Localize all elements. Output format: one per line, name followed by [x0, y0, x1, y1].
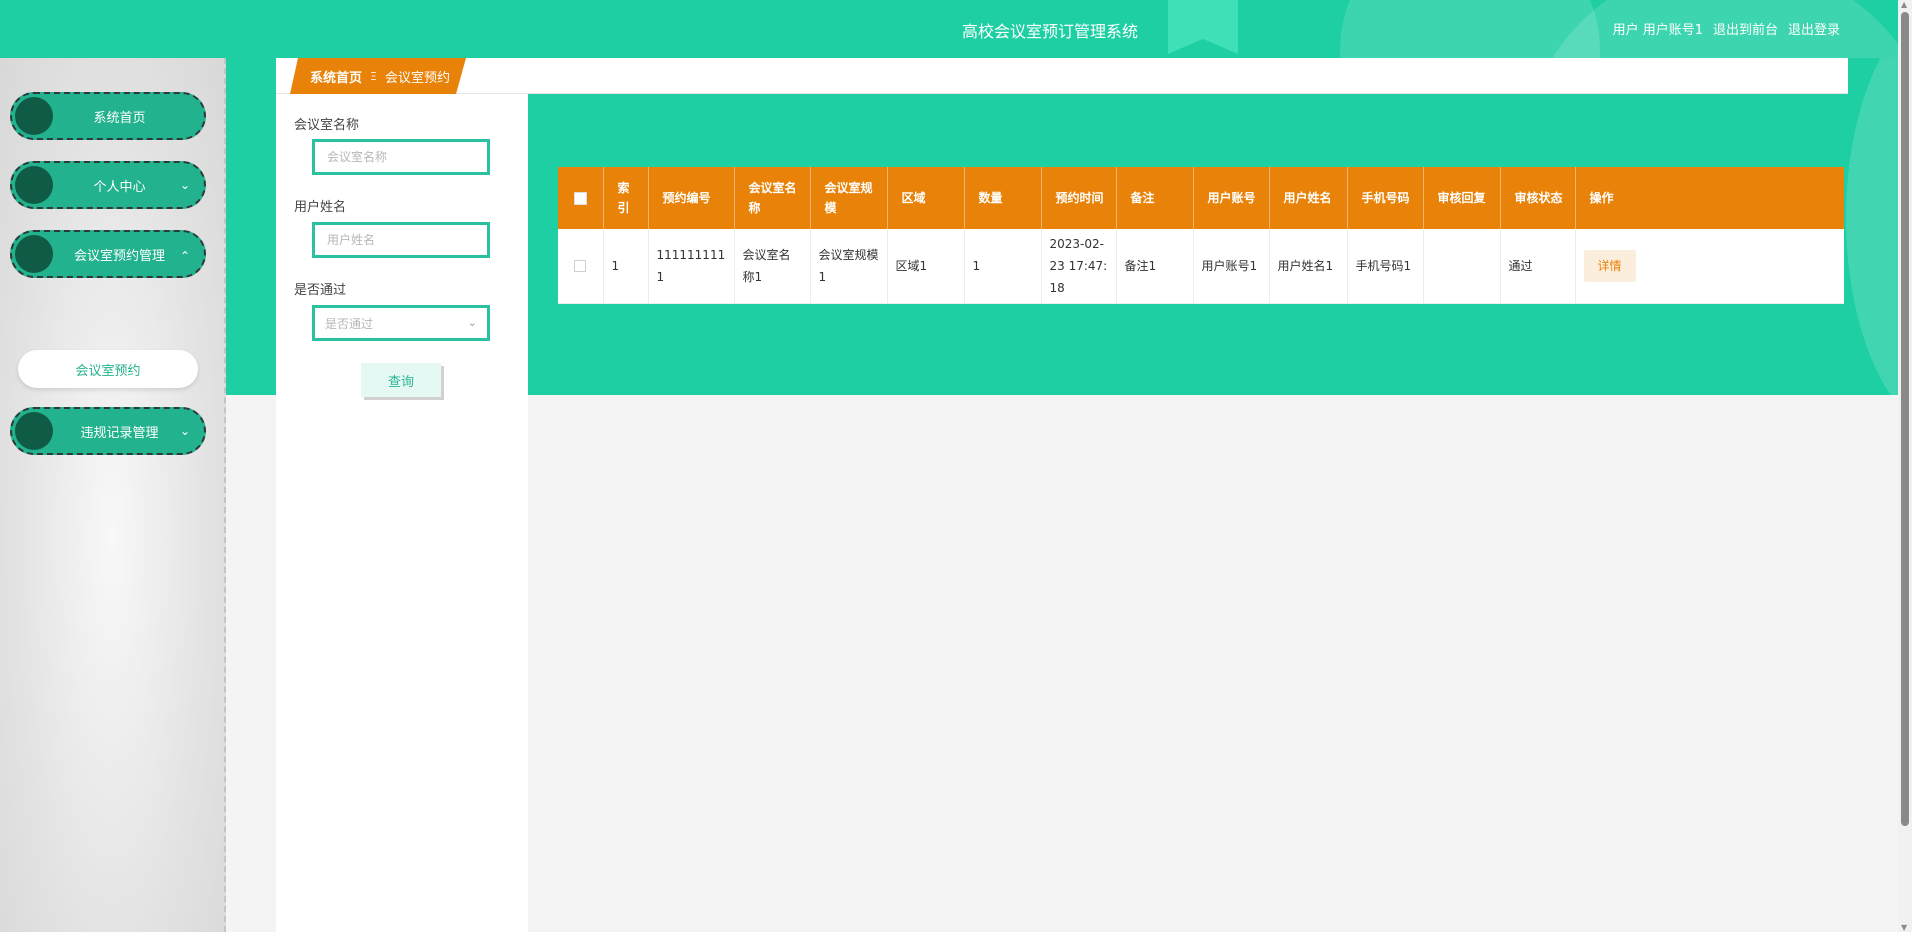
sidebar-item-label: 违规记录管理: [80, 425, 159, 441]
column-header: 预约时间: [1041, 167, 1117, 229]
page-scrollbar[interactable]: ▲ ▼: [1898, 0, 1912, 932]
column-header: 手机号码: [1347, 167, 1424, 229]
sidebar-item-booking-management[interactable]: 会议室预约管理 ⌃: [10, 230, 206, 278]
back-to-front-link[interactable]: 退出到前台: [1713, 19, 1778, 38]
chevron-down-icon: ⌄: [179, 178, 190, 192]
menu-dot-icon: [15, 235, 53, 273]
sidebar-item-label: 系统首页: [93, 110, 146, 126]
detail-button[interactable]: 详情: [1583, 249, 1636, 282]
cell-room-scale: 会议室规模1: [810, 229, 888, 304]
user-area: 用户 用户账号1 退出到前台 退出登录: [1613, 19, 1840, 38]
banner-decoration: [1846, 58, 1898, 395]
room-name-input[interactable]: [312, 139, 490, 175]
row-select-cell: [558, 229, 604, 304]
table-row: 1 1111111111 会议室名称1 会议室规模1 区域1 1 2023-02…: [558, 229, 1844, 304]
column-header: 用户姓名: [1269, 167, 1348, 229]
scrollbar-thumb[interactable]: [1901, 12, 1909, 826]
approved-select-value: 是否通过: [325, 316, 374, 331]
cell-booking-no: 1111111111: [648, 229, 735, 304]
column-header: 会议室规模: [810, 167, 888, 229]
booking-table: 索引 预约编号 会议室名称 会议室规模 区域 数量 预约时间 备注 用户账号 用…: [558, 167, 1844, 304]
menu-dot-icon: [15, 97, 53, 135]
query-button[interactable]: 查询: [361, 363, 441, 397]
chevron-up-icon: ⌃: [179, 249, 190, 263]
search-panel: 会议室名称 用户姓名 是否通过 是否通过 ⌄ 查询: [276, 94, 528, 932]
column-header: 备注: [1116, 167, 1194, 229]
bookmark-ribbon-icon: [1168, 0, 1238, 54]
column-header: 预约编号: [648, 167, 735, 229]
column-header: 审核回复: [1423, 167, 1501, 229]
menu-dot-icon: [15, 412, 53, 450]
breadcrumb-current: 会议室预约: [384, 70, 450, 86]
select-all-header: [558, 167, 604, 229]
sidebar-item-violation-records[interactable]: 违规记录管理 ⌄: [10, 407, 206, 455]
cell-actions: 详情: [1575, 229, 1844, 304]
row-checkbox[interactable]: [574, 260, 587, 273]
logout-link[interactable]: 退出登录: [1788, 19, 1840, 38]
room-name-label: 会议室名称: [294, 118, 360, 133]
cell-review-status: 通过: [1500, 229, 1576, 304]
scroll-up-icon[interactable]: ▲: [1901, 0, 1907, 9]
approved-label: 是否通过: [294, 283, 347, 298]
breadcrumb: 系统首页 Ξ 会议室预约: [290, 58, 466, 94]
sidebar: 系统首页 个人中心 ⌄ 会议室预约管理 ⌃ 会议室预约 违规记录管理 ⌄: [0, 58, 226, 932]
cell-user-account: 用户账号1: [1193, 229, 1270, 304]
cell-review-reply: [1423, 229, 1501, 304]
column-header: 用户账号: [1193, 167, 1270, 229]
chevron-down-icon: ⌄: [467, 316, 477, 329]
column-header: 区域: [887, 167, 965, 229]
column-header: 操作: [1575, 167, 1844, 229]
cell-area: 区域1: [887, 229, 965, 304]
sidebar-item-personal-center[interactable]: 个人中心 ⌄: [10, 161, 206, 209]
menu-dot-icon: [15, 166, 53, 204]
cell-booking-time: 2023-02-23 17:47:18: [1041, 229, 1117, 304]
cell-room-name: 会议室名称1: [734, 229, 811, 304]
user-role-label: 用户: [1612, 23, 1639, 38]
user-name-input[interactable]: [312, 222, 490, 258]
cell-user-name: 用户姓名1: [1269, 229, 1348, 304]
breadcrumb-home[interactable]: 系统首页: [310, 67, 362, 86]
top-header: 高校会议室预订管理系统 用户 用户账号1 退出到前台 退出登录: [0, 0, 1912, 58]
breadcrumb-separator: Ξ: [370, 69, 377, 83]
breadcrumb-bar: 系统首页 Ξ 会议室预约: [276, 58, 1848, 94]
cell-quantity: 1: [964, 229, 1042, 304]
sidebar-subitem-room-booking[interactable]: 会议室预约: [18, 350, 198, 388]
select-all-checkbox[interactable]: [573, 192, 587, 205]
cell-phone: 手机号码1: [1347, 229, 1424, 304]
sidebar-item-label: 个人中心: [93, 179, 146, 195]
cell-remark: 备注1: [1116, 229, 1194, 304]
sidebar-item-home[interactable]: 系统首页: [10, 92, 206, 140]
cell-index: 1: [603, 229, 649, 304]
column-header: 数量: [964, 167, 1042, 229]
app-title: 高校会议室预订管理系统: [962, 22, 1139, 41]
column-header: 审核状态: [1500, 167, 1576, 229]
column-header: 索引: [603, 167, 649, 229]
user-name-label: 用户姓名: [294, 200, 347, 215]
approved-select[interactable]: 是否通过 ⌄: [312, 305, 490, 341]
chevron-down-icon: ⌄: [179, 424, 190, 438]
column-header: 会议室名称: [734, 167, 811, 229]
scroll-down-icon[interactable]: ▼: [1901, 923, 1907, 932]
username-label: 用户账号1: [1642, 23, 1703, 38]
table-header-row: 索引 预约编号 会议室名称 会议室规模 区域 数量 预约时间 备注 用户账号 用…: [558, 167, 1844, 229]
sidebar-item-label: 会议室预约管理: [73, 248, 165, 264]
